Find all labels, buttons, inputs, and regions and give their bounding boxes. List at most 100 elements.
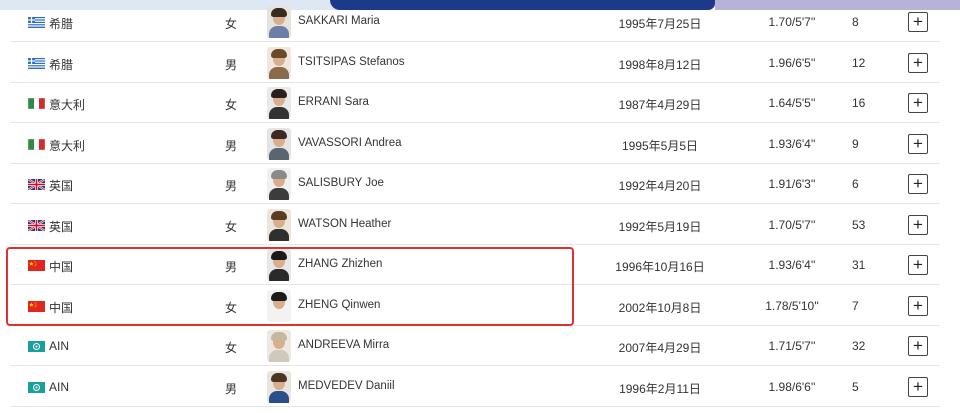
expand-row-button[interactable]: +	[908, 214, 928, 235]
athlete-photo	[267, 6, 291, 38]
height-cell: 1.96/6'5''	[768, 55, 816, 70]
gender-cell: 女	[225, 341, 238, 355]
height-cell: 1.98/6'6''	[768, 379, 816, 394]
ain-flag-icon	[28, 341, 45, 352]
ranking-cell: 5	[852, 379, 859, 394]
birth-date-cell: 1996年2月11日	[619, 381, 701, 396]
table-row: AIN 女 ANDREEVA Mirra 2007年4月29日 1.71/5'7'' 32…	[10, 326, 940, 366]
athlete-photo	[267, 87, 291, 119]
country-cell: 英国	[49, 179, 74, 193]
country-cell: 意大利	[49, 138, 86, 153]
birth-date-cell: 1996年10月16日	[615, 260, 705, 274]
height-cell: 1.71/5'7''	[768, 339, 816, 353]
china-flag-icon	[28, 300, 45, 312]
ranking-cell: 53	[852, 217, 866, 232]
athlete-name: MEDVEDEV Daniil	[298, 379, 395, 392]
ranking-cell: 9	[852, 136, 859, 151]
uk-flag-icon	[27, 178, 46, 191]
athlete-name: SALISBURY Joe	[298, 177, 384, 189]
ranking-cell: 31	[852, 258, 866, 272]
height-cell: 1.91/6'3''	[768, 177, 816, 191]
athlete-name: WATSON Heather	[298, 217, 392, 230]
gender-cell: 男	[225, 260, 238, 274]
country-cell: 意大利	[49, 98, 86, 112]
country-cell: 希腊	[49, 17, 74, 31]
table-row: 希腊 男 TSITSIPAS Stefanos 1998年8月12日 1.96/6'5'…	[10, 43, 940, 83]
height-cell: 1.70/5'7''	[768, 15, 816, 29]
height-cell: 1.64/5'5''	[768, 96, 816, 110]
table-row: AIN 男 MEDVEDEV Daniil 1996年2月11日 1.98/6'6'' 5…	[10, 367, 940, 407]
gender-cell: 女	[225, 219, 238, 234]
greece-flag-icon	[28, 17, 45, 28]
gender-cell: 男	[225, 381, 238, 396]
athlete-photo	[267, 46, 291, 79]
ranking-cell: 12	[852, 55, 866, 70]
athlete-name: ANDREEVA Mirra	[298, 339, 390, 351]
birth-date-cell: 1992年4月20日	[618, 179, 702, 193]
birth-date-cell: 2007年4月29日	[618, 341, 702, 355]
country-cell: 中国	[49, 260, 74, 274]
country-cell: AIN	[49, 339, 70, 353]
country-cell: 希腊	[49, 57, 74, 72]
gender-cell: 男	[225, 57, 238, 72]
athlete-name: TSITSIPAS Stefanos	[298, 55, 405, 68]
table-row: 中国 女 ZHENG Qinwen 2002年10月8日 1.78/5'10'' 7 +	[10, 286, 940, 326]
birth-date-cell: 1987年4月29日	[618, 98, 702, 112]
country-cell: AIN	[49, 379, 70, 394]
height-cell: 1.93/6'4''	[768, 258, 816, 272]
expand-row-button[interactable]: +	[908, 93, 928, 113]
ranking-cell: 16	[852, 96, 866, 110]
athlete-name: VAVASSORI Andrea	[298, 136, 402, 149]
athlete-photo	[267, 289, 291, 322]
ranking-cell: 8	[852, 15, 859, 29]
uk-flag-icon	[27, 218, 46, 232]
athlete-photo	[267, 370, 291, 403]
table-row: 英国 女 WATSON Heather 1992年5月19日 1.70/5'7'' 53 +	[10, 205, 940, 245]
ranking-cell: 7	[852, 298, 859, 313]
country-cell: 中国	[49, 300, 74, 315]
country-cell: 英国	[49, 219, 74, 234]
ranking-cell: 6	[852, 177, 859, 191]
table-row: 意大利 女 ERRANI Sara 1987年4月29日 1.64/5'5'' 16 +	[10, 83, 940, 123]
athlete-photo	[267, 330, 291, 362]
greece-flag-icon	[28, 57, 45, 69]
table-row: 希腊 女 SAKKARI Maria 1995年7月25日 1.70/5'7'' 8 +	[10, 2, 940, 42]
expand-row-button[interactable]: +	[908, 295, 928, 316]
height-cell: 1.78/5'10''	[765, 298, 819, 313]
italy-flag-icon	[27, 97, 46, 110]
expand-row-button[interactable]: +	[908, 52, 928, 73]
gender-cell: 女	[225, 300, 238, 315]
gender-cell: 女	[225, 17, 238, 31]
italy-flag-icon	[27, 138, 46, 150]
birth-date-cell: 1995年7月25日	[618, 17, 702, 31]
table-row: 中国 男 ZHANG Zhizhen 1996年10月16日 1.93/6'4'' 31 +	[10, 245, 940, 285]
expand-row-button[interactable]: +	[908, 174, 928, 194]
athlete-photo	[267, 208, 291, 241]
athlete-name: SAKKARI Maria	[298, 15, 380, 27]
expand-row-button[interactable]: +	[908, 12, 928, 32]
birth-date-cell: 1995年5月5日	[621, 138, 699, 153]
ain-flag-icon	[28, 381, 45, 393]
ranking-cell: 32	[852, 339, 866, 353]
height-cell: 1.93/6'4''	[768, 136, 816, 151]
athlete-photo	[267, 168, 291, 200]
height-cell: 1.70/5'7''	[768, 217, 816, 232]
birth-date-cell: 1992年5月19日	[618, 219, 702, 234]
table-row: 意大利 男 VAVASSORI Andrea 1995年5月5日 1.93/6'4'' 9…	[10, 124, 940, 164]
gender-cell: 男	[225, 138, 238, 153]
athlete-name: ERRANI Sara	[298, 96, 369, 108]
gender-cell: 女	[225, 98, 238, 112]
china-flag-icon	[28, 260, 45, 271]
athlete-name: ZHANG Zhizhen	[298, 258, 383, 270]
expand-row-button[interactable]: +	[908, 336, 928, 356]
athlete-photo	[267, 249, 291, 281]
expand-row-button[interactable]: +	[908, 376, 928, 397]
birth-date-cell: 1998年8月12日	[618, 57, 702, 72]
table-row: 英国 男 SALISBURY Joe 1992年4月20日 1.91/6'3'' 6 +	[10, 164, 940, 204]
expand-row-button[interactable]: +	[908, 255, 928, 275]
birth-date-cell: 2002年10月8日	[618, 300, 702, 315]
athlete-photo	[267, 127, 291, 160]
athlete-name: ZHENG Qinwen	[298, 298, 381, 311]
gender-cell: 男	[225, 179, 238, 193]
expand-row-button[interactable]: +	[908, 133, 928, 154]
